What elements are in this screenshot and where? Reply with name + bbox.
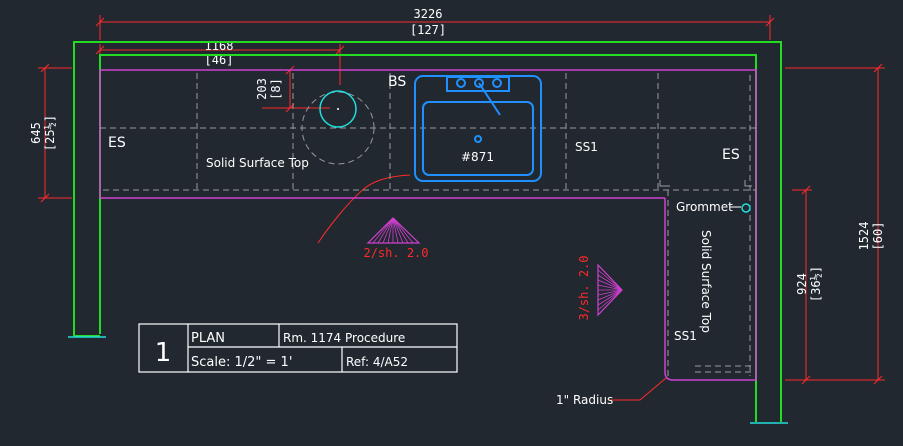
grommet-label: Grommet bbox=[676, 200, 733, 214]
walls bbox=[73, 41, 782, 422]
section-marker-3-label: 3/sh. 2.0 bbox=[577, 255, 591, 320]
title-block-room: Rm. 1174 Procedure bbox=[283, 331, 405, 345]
es-left-label: ES bbox=[108, 135, 126, 151]
hole-offset-dim: 203 bbox=[255, 78, 269, 100]
radius-label: 1" Radius bbox=[556, 393, 613, 407]
solid-surface-top-label: Solid Surface Top bbox=[206, 156, 309, 170]
title-block-title: PLAN bbox=[191, 331, 225, 346]
sink-number-label: #871 bbox=[461, 150, 494, 164]
es-right-label: ES bbox=[722, 147, 740, 163]
counter-depth-dim: 645 bbox=[29, 122, 43, 144]
return-solid-surface-label: Solid Surface Top bbox=[699, 230, 713, 333]
counter-depth-dim-in: [25½] bbox=[43, 115, 57, 151]
section-marker-2-label: 2/sh. 2.0 bbox=[363, 246, 428, 260]
section-marker-3-icon bbox=[597, 263, 623, 317]
ss1-return-label: SS1 bbox=[674, 329, 697, 343]
title-block-ref: Ref: 4/A52 bbox=[346, 355, 408, 369]
hole-offset-dim-in: [8] bbox=[269, 78, 283, 100]
title-block-number: 1 bbox=[155, 338, 172, 368]
return-length-dim: 1524 bbox=[857, 222, 871, 251]
bs-label: BS bbox=[388, 74, 406, 90]
return-partial-dim-in: [36½] bbox=[809, 266, 823, 302]
section-marker-2-icon bbox=[366, 217, 421, 244]
overall-width-dim: 3226 bbox=[414, 7, 443, 21]
title-block-scale: Scale: 1/2" = 1' bbox=[191, 355, 292, 370]
title-block: 1 PLAN Rm. 1174 Procedure Scale: 1/2" = … bbox=[138, 323, 458, 373]
corner-marks bbox=[659, 180, 752, 187]
return-partial-dim: 924 bbox=[795, 273, 809, 295]
overall-width-dim-in: [127] bbox=[410, 23, 446, 37]
plan-drawing: 3226 [127] 1168 [46] 203 [8] 645 [25½] 1… bbox=[29, 7, 885, 424]
ss1-top-label: SS1 bbox=[575, 140, 598, 154]
grommet-icon bbox=[741, 203, 751, 213]
return-length-dim-in: [60] bbox=[871, 222, 885, 251]
